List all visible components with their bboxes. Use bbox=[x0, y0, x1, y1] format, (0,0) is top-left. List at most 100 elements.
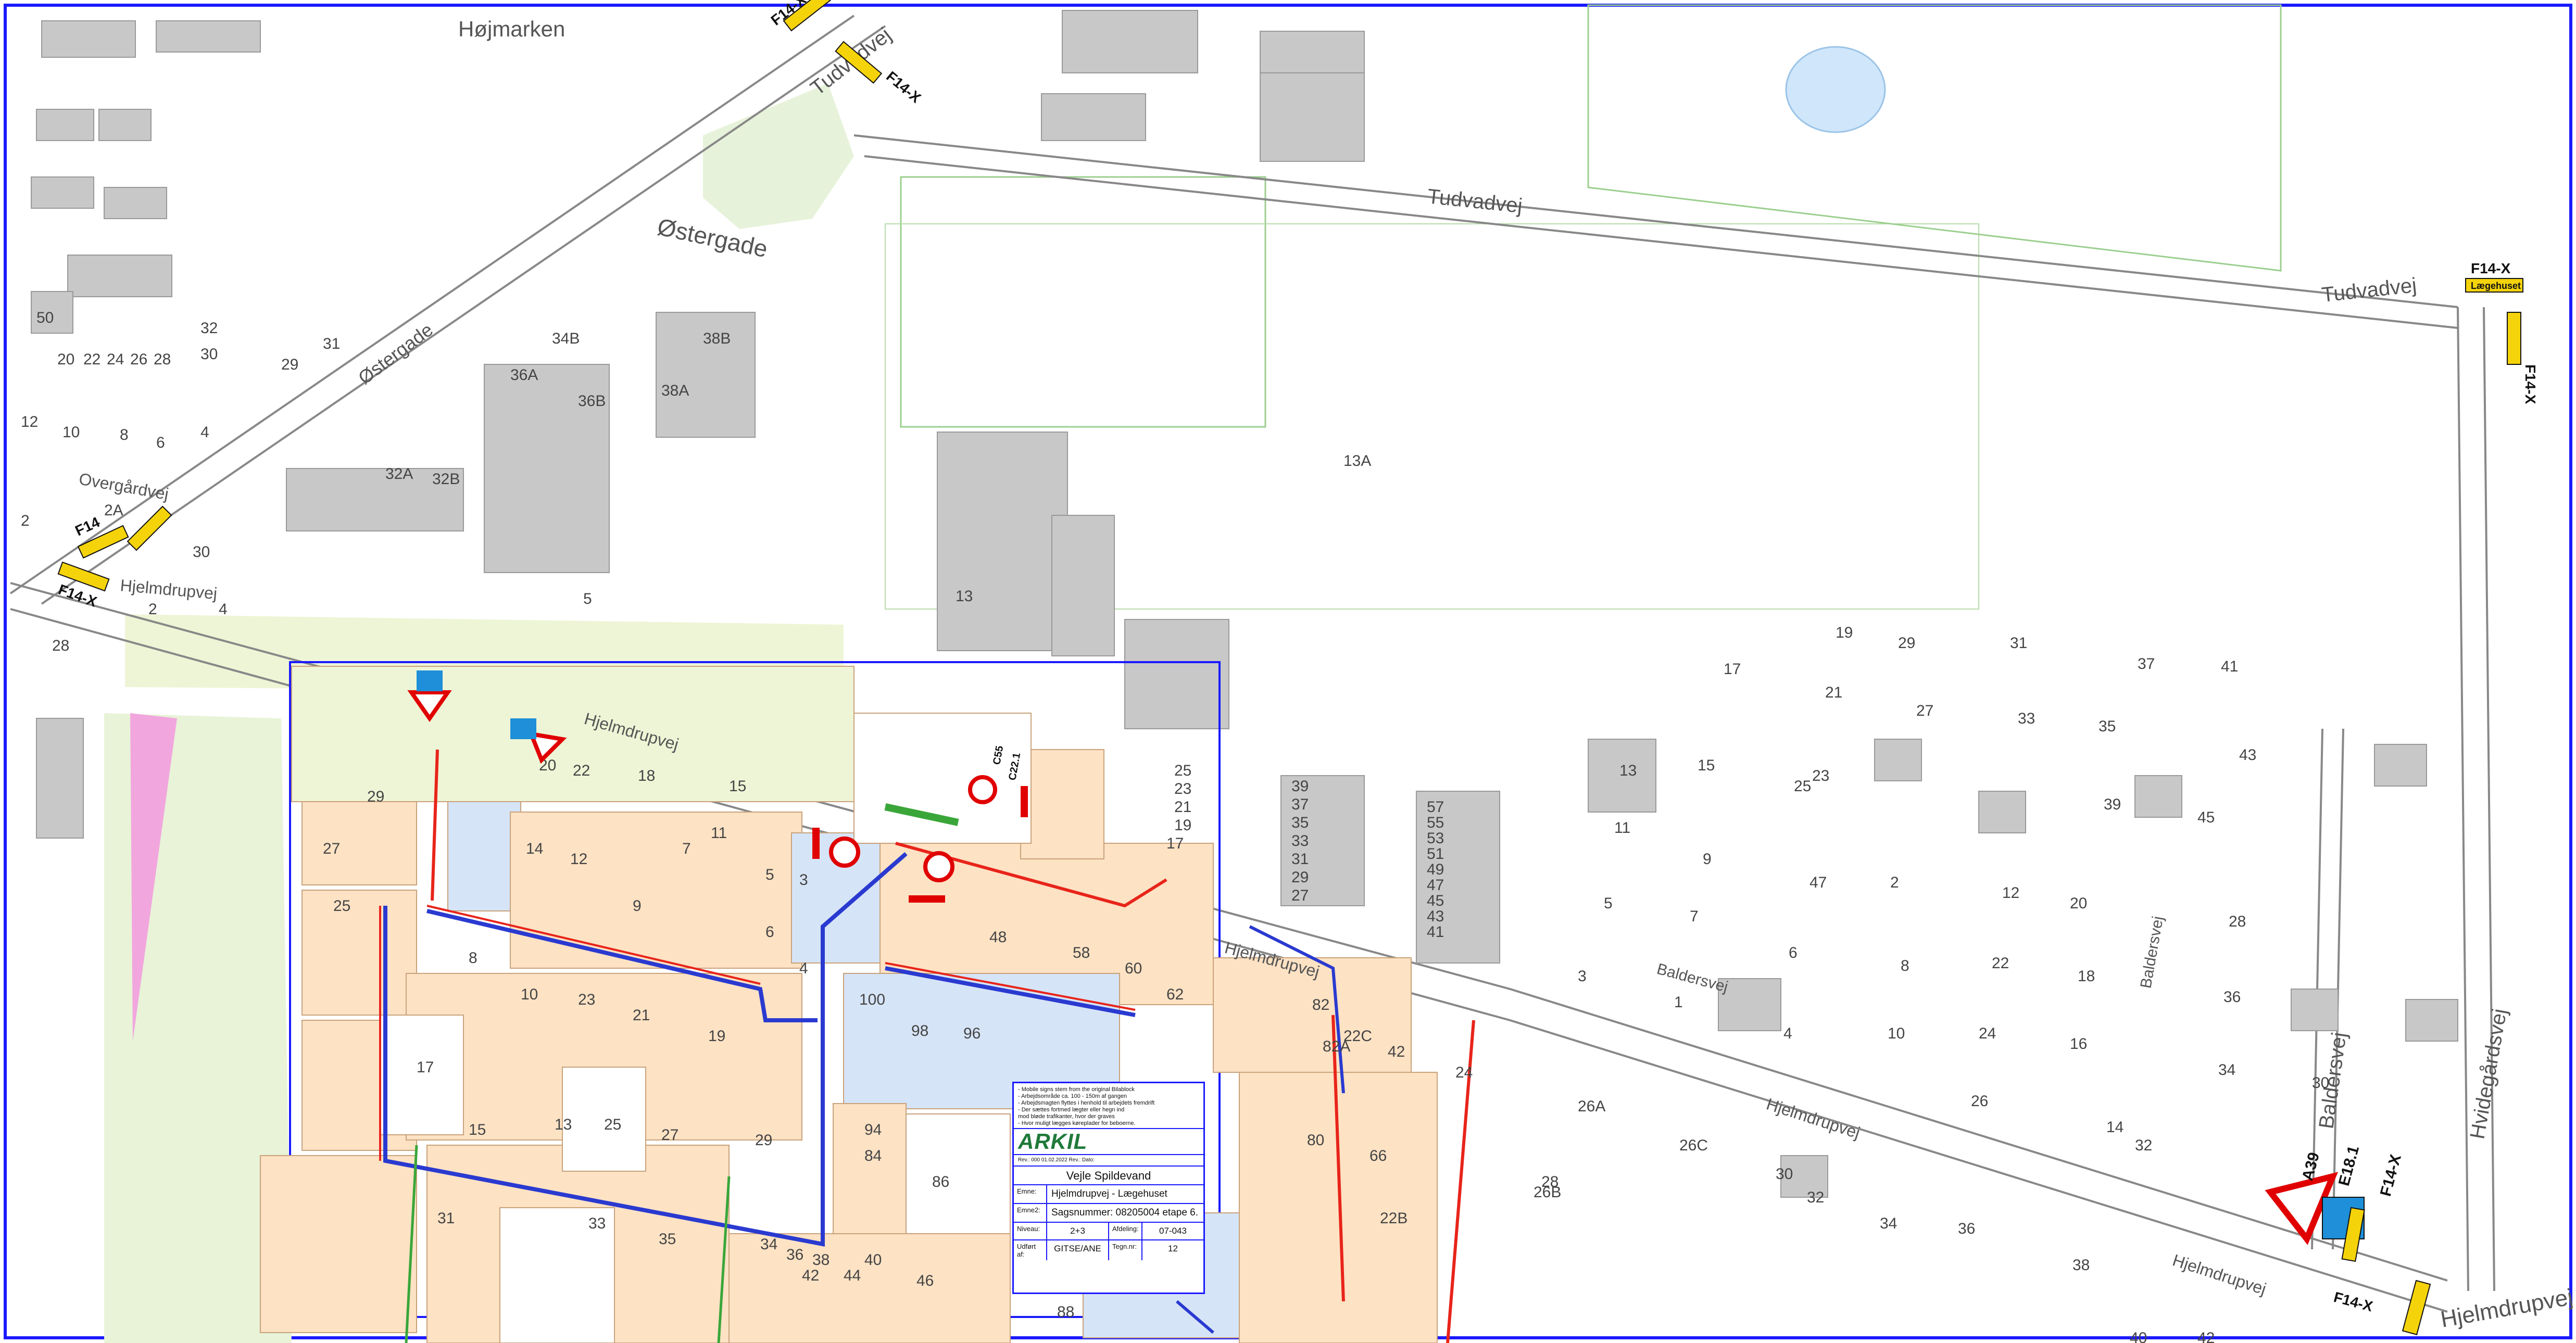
house-number: 17 bbox=[417, 1059, 434, 1076]
client-name: Vejle Spildevand bbox=[1014, 1167, 1203, 1185]
house-number: 22 bbox=[83, 351, 100, 368]
house-number: 40 bbox=[2130, 1329, 2147, 1343]
house-number: 19 bbox=[708, 1028, 725, 1045]
afsnit-value: 07-043 bbox=[1159, 1226, 1187, 1236]
house-number: 32 bbox=[2135, 1137, 2152, 1154]
house-number: 4 bbox=[799, 960, 808, 977]
house-number: 42 bbox=[2197, 1329, 2215, 1343]
house-number: 51 bbox=[1427, 845, 1444, 863]
udfoert-label: Udført af: bbox=[1014, 1240, 1047, 1260]
house-number: 31 bbox=[323, 335, 340, 352]
house-number: 39 bbox=[1291, 778, 1309, 795]
house-number: 48 bbox=[989, 929, 1007, 946]
house-number: 32 bbox=[200, 320, 218, 337]
house-number: 94 bbox=[864, 1121, 882, 1138]
house-number: 26 bbox=[1971, 1093, 1988, 1110]
house-number: 39 bbox=[2104, 796, 2121, 813]
house-number: 41 bbox=[1427, 923, 1444, 941]
house-number: 36 bbox=[1958, 1220, 1975, 1237]
house-number: 33 bbox=[1291, 832, 1309, 850]
street-tudvadvej-2: Tudvadvej bbox=[1426, 185, 1524, 218]
house-number: 22C bbox=[1343, 1028, 1372, 1045]
house-number: 36A bbox=[510, 366, 538, 384]
house-number: 36 bbox=[786, 1246, 803, 1263]
emne-row: Emne: Hjelmdrupvej - Lægehuset bbox=[1014, 1185, 1203, 1204]
tegning-label: Tegn.nr: bbox=[1109, 1240, 1142, 1260]
emne2-label: Emne2: bbox=[1014, 1204, 1047, 1222]
note-line: - Arbejdsområde ca. 100 - 150m af gangen bbox=[1018, 1093, 1127, 1099]
house-number: 25 bbox=[604, 1116, 621, 1133]
house-number: 36 bbox=[2223, 989, 2241, 1006]
house-number: 88 bbox=[1057, 1303, 1074, 1321]
house-number: 35 bbox=[1291, 814, 1309, 831]
house-number: 58 bbox=[1073, 944, 1090, 961]
house-number: 37 bbox=[2138, 655, 2155, 673]
note-line: - Mobile signs stem from the original Bi… bbox=[1018, 1086, 1135, 1093]
house-number: 35 bbox=[2099, 718, 2116, 735]
house-number: 47 bbox=[1427, 877, 1444, 894]
house-number: 4 bbox=[219, 601, 228, 618]
udfoert-value: GITSE/ANE bbox=[1047, 1240, 1109, 1260]
niveau-value: 2+3 bbox=[1047, 1223, 1109, 1239]
svg-text:F14-X: F14-X bbox=[883, 68, 924, 106]
house-number: 17 bbox=[1166, 835, 1184, 852]
house-number: 34B bbox=[552, 330, 580, 347]
house-number: 22 bbox=[573, 762, 590, 779]
house-number: 6 bbox=[765, 923, 774, 941]
svg-text:F14: F14 bbox=[72, 514, 102, 539]
house-number: 29 bbox=[755, 1132, 772, 1149]
street-baldersvej-1: Baldersvej bbox=[1655, 960, 1730, 996]
house-number: 33 bbox=[588, 1215, 606, 1232]
house-number: 26C bbox=[1679, 1137, 1708, 1154]
house-number: 30 bbox=[2312, 1074, 2329, 1092]
house-number: 60 bbox=[1125, 960, 1142, 977]
house-number: 8 bbox=[120, 426, 129, 444]
house-number: 12 bbox=[2002, 884, 2019, 902]
house-number: 49 bbox=[1427, 861, 1444, 878]
title-block: - Mobile signs stem from the original Bi… bbox=[1012, 1082, 1205, 1294]
house-number: 8 bbox=[469, 949, 477, 967]
house-number: 24 bbox=[1979, 1025, 1996, 1042]
house-number: 13 bbox=[555, 1116, 572, 1133]
emne-label: Emne: bbox=[1014, 1185, 1047, 1203]
house-number: 45 bbox=[2197, 809, 2215, 826]
street-hvidegardsvej: Hvidegårdsvej bbox=[2466, 1007, 2511, 1141]
emne2-value: Sagsnummer: 08205004 etape 6. bbox=[1051, 1207, 1199, 1218]
logo-text: ARKIL bbox=[1018, 1129, 1088, 1154]
house-number: 15 bbox=[469, 1121, 486, 1138]
house-number: 32A bbox=[385, 465, 413, 483]
house-number: 14 bbox=[2106, 1119, 2123, 1136]
house-number: 18 bbox=[2078, 968, 2095, 985]
street-hojmarken: Højmarken bbox=[458, 17, 565, 41]
house-number: 13 bbox=[1619, 762, 1637, 779]
house-number: 11 bbox=[1614, 819, 1630, 837]
svg-text:F14-X: F14-X bbox=[2332, 1289, 2374, 1315]
house-number: 4 bbox=[200, 424, 209, 441]
svg-text:F14-X: F14-X bbox=[2377, 1152, 2405, 1198]
house-number: 10 bbox=[521, 986, 538, 1003]
house-number: 25 bbox=[1794, 778, 1811, 795]
house-number: 15 bbox=[1698, 757, 1715, 774]
house-number: 5 bbox=[765, 866, 774, 883]
house-number: 16 bbox=[2070, 1035, 2087, 1053]
house-number: 26A bbox=[1578, 1098, 1605, 1115]
house-number: 86 bbox=[932, 1173, 949, 1190]
house-number: 38B bbox=[703, 330, 731, 347]
house-number: 30 bbox=[200, 346, 218, 363]
house-number: 6 bbox=[156, 434, 165, 451]
house-number: 28 bbox=[2229, 913, 2246, 930]
house-number: 21 bbox=[1825, 684, 1842, 701]
street-hjelmdrupvej-1: Hjelmdrupvej bbox=[119, 576, 218, 603]
house-number: 62 bbox=[1166, 986, 1184, 1003]
site-plan-map: Højmarken Tudvadvej Tudvadvej Tudvadvej … bbox=[4, 0, 2575, 1343]
emne2-row: Emne2: Sagsnummer: 08205004 etape 6. bbox=[1014, 1204, 1203, 1223]
house-number: 40 bbox=[864, 1251, 882, 1269]
house-number: 30 bbox=[1776, 1165, 1793, 1183]
arkil-logo: ARKIL bbox=[1014, 1129, 1203, 1155]
house-number: 27 bbox=[323, 840, 340, 857]
house-number: 11 bbox=[711, 825, 727, 842]
sign-f14x-laegehuset-right: F14-X Lægehuset F14-X bbox=[2465, 260, 2539, 404]
title-block-notes: - Mobile signs stem from the original Bi… bbox=[1014, 1083, 1203, 1129]
house-number: 5 bbox=[1604, 895, 1613, 912]
house-number: 31 bbox=[2010, 635, 2027, 652]
